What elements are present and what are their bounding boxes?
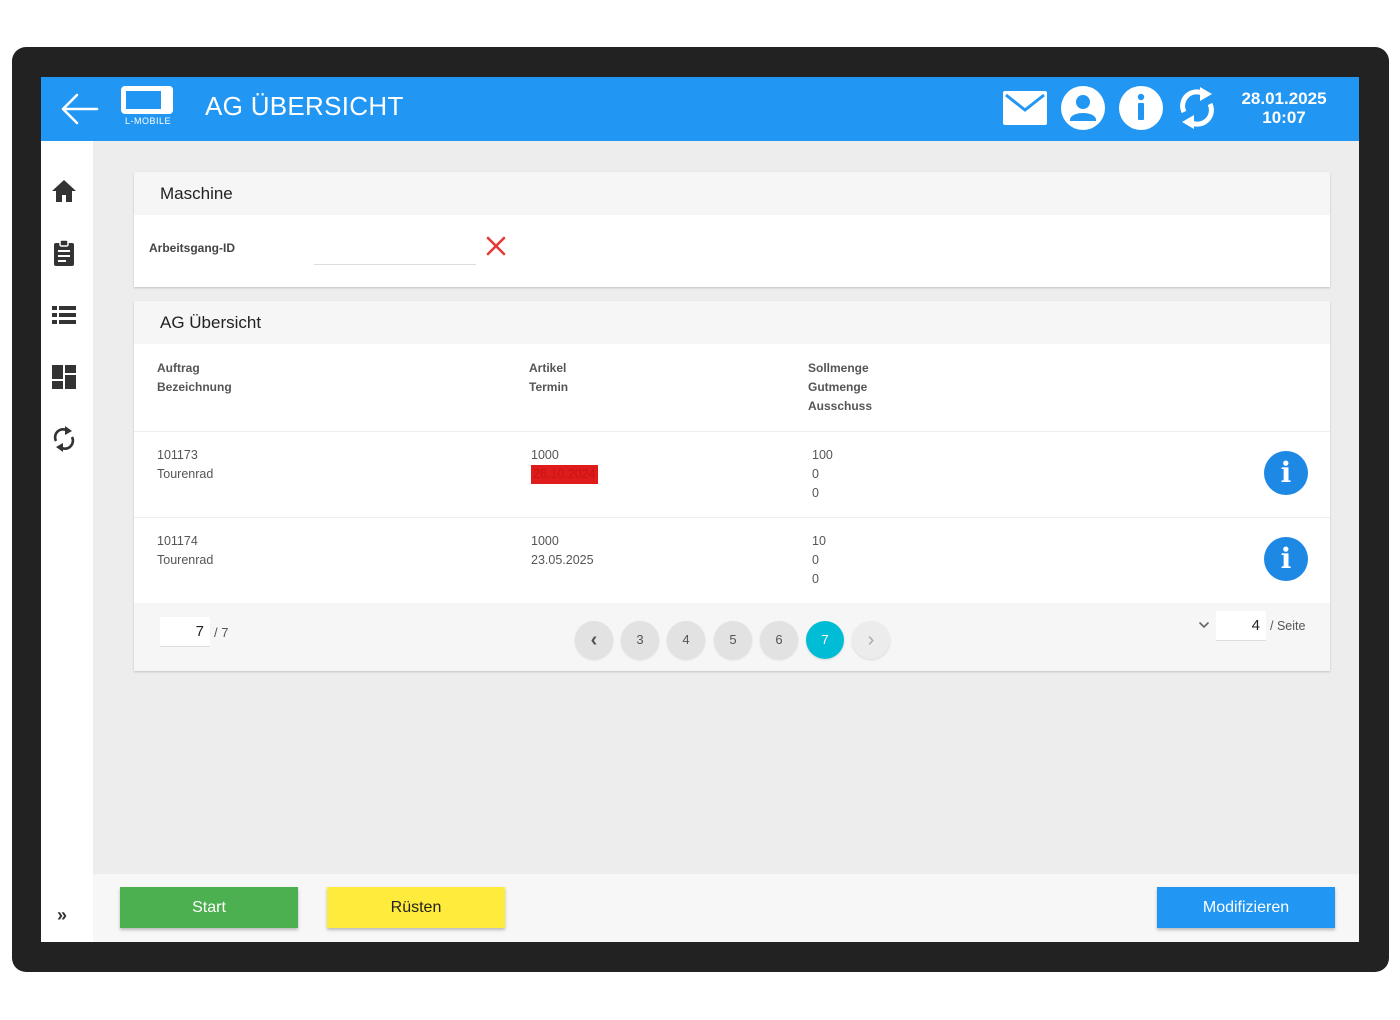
current-page-input[interactable]: 7 [160, 617, 210, 647]
column-label: Ausschuss [808, 399, 873, 413]
dashboard-icon[interactable] [50, 363, 78, 391]
gutmenge-value: 0 [812, 467, 819, 481]
table-row[interactable]: 101174 Tourenrad 1000 23.05.2025 10 0 0 … [134, 517, 1330, 603]
auftrag-cell: 101173 Tourenrad [157, 446, 213, 484]
sollmenge-value: 10 [812, 534, 826, 548]
artikel-cell: 1000 23.05.2025 [531, 532, 594, 570]
arrow-back-icon[interactable] [59, 89, 101, 129]
info-icon[interactable] [1118, 85, 1164, 131]
arbeitsgang-id-label: Arbeitsgang-ID [149, 241, 236, 255]
per-page-label: / Seite [1270, 619, 1306, 633]
modify-button[interactable]: Modifizieren [1157, 887, 1335, 928]
mengen-cell: 100 0 0 [812, 446, 833, 503]
column-label: Sollmenge [808, 361, 869, 375]
list-icon[interactable] [50, 301, 78, 329]
arbeitsgang-id-input[interactable] [314, 232, 476, 265]
sidebar: » [41, 141, 93, 942]
table-row[interactable]: 101173 Tourenrad 1000 26.10.2024 100 0 0… [134, 431, 1330, 517]
page-button-7[interactable]: 7 [806, 621, 844, 659]
sync-icon[interactable] [1174, 85, 1220, 131]
mail-icon[interactable] [1002, 85, 1048, 131]
info-icon: i [1280, 542, 1292, 575]
termin-value: 23.05.2025 [531, 553, 594, 567]
chevron-right-icon: › [867, 629, 875, 651]
page-total: / 7 [214, 625, 229, 640]
bezeichnung-value: Tourenrad [157, 553, 214, 567]
column-label: Termin [529, 380, 569, 394]
sync-icon[interactable] [50, 425, 78, 453]
logo-text: L-MOBILE [124, 116, 171, 126]
page-button-3[interactable]: 3 [621, 621, 659, 659]
auftrag-value: 101174 [157, 534, 198, 548]
date-time: 28.01.2025 10:07 [1229, 89, 1339, 127]
action-bar: Start Rüsten Modifizieren [93, 874, 1359, 942]
home-icon[interactable] [50, 177, 78, 205]
maschine-card-title: Maschine [134, 172, 1330, 215]
column-label: Bezeichnung [157, 380, 232, 394]
artikel-value: 1000 [531, 534, 559, 548]
gutmenge-value: 0 [812, 553, 819, 567]
page-button-6[interactable]: 6 [760, 621, 798, 659]
start-button[interactable]: Start [120, 887, 298, 928]
chevron-left-icon: ‹ [590, 629, 598, 651]
column-label: Artikel [529, 361, 567, 375]
logo-mark [121, 86, 173, 114]
info-icon: i [1280, 456, 1292, 489]
row-info-button[interactable]: i [1264, 537, 1308, 581]
auftrag-value: 101173 [157, 448, 198, 462]
pagination-bar: 7 / 7 ‹ 3 4 5 6 7 › 4 / Seite [134, 603, 1330, 671]
prev-page-button[interactable]: ‹ [575, 621, 613, 659]
column-label: Auftrag [157, 361, 200, 375]
termin-overdue-value: 26.10.2024 [531, 465, 598, 484]
top-bar: L-MOBILE AG ÜBERSICHT 28.01.2025 10:07 [41, 77, 1359, 141]
page-title: AG ÜBERSICHT [205, 91, 404, 121]
ausschuss-value: 0 [812, 486, 819, 500]
column-header-auftrag: Auftrag Bezeichnung [157, 359, 232, 397]
maschine-card: Maschine Arbeitsgang-ID [134, 172, 1330, 287]
column-label: Gutmenge [808, 380, 868, 394]
row-info-button[interactable]: i [1264, 451, 1308, 495]
chevron-down-icon[interactable] [1196, 617, 1212, 633]
sidebar-expand-button[interactable]: » [57, 905, 67, 926]
user-icon[interactable] [1060, 85, 1106, 131]
current-time: 10:07 [1262, 108, 1306, 127]
ausschuss-value: 0 [812, 572, 819, 586]
bezeichnung-value: Tourenrad [157, 467, 214, 481]
column-header-mengen: Sollmenge Gutmenge Ausschuss [808, 359, 872, 416]
artikel-cell: 1000 26.10.2024 [531, 446, 598, 484]
clear-icon[interactable] [484, 234, 508, 258]
app-screen: L-MOBILE AG ÜBERSICHT 28.01.2025 10:07 »… [41, 77, 1359, 942]
column-header-artikel: Artikel Termin [529, 359, 568, 397]
page-button-5[interactable]: 5 [714, 621, 752, 659]
mengen-cell: 10 0 0 [812, 532, 826, 589]
next-page-button[interactable]: › [852, 621, 890, 659]
page-button-4[interactable]: 4 [667, 621, 705, 659]
artikel-value: 1000 [531, 448, 559, 462]
ag-overview-title: AG Übersicht [134, 301, 1330, 344]
company-logo: L-MOBILE [119, 86, 177, 128]
ag-overview-card: AG Übersicht Auftrag Bezeichnung Artikel… [134, 301, 1330, 671]
current-date: 28.01.2025 [1241, 89, 1327, 108]
ruesten-button[interactable]: Rüsten [327, 887, 505, 928]
auftrag-cell: 101174 Tourenrad [157, 532, 213, 570]
per-page-select[interactable]: 4 [1216, 611, 1266, 641]
sollmenge-value: 100 [812, 448, 833, 462]
clipboard-icon[interactable] [50, 239, 78, 267]
